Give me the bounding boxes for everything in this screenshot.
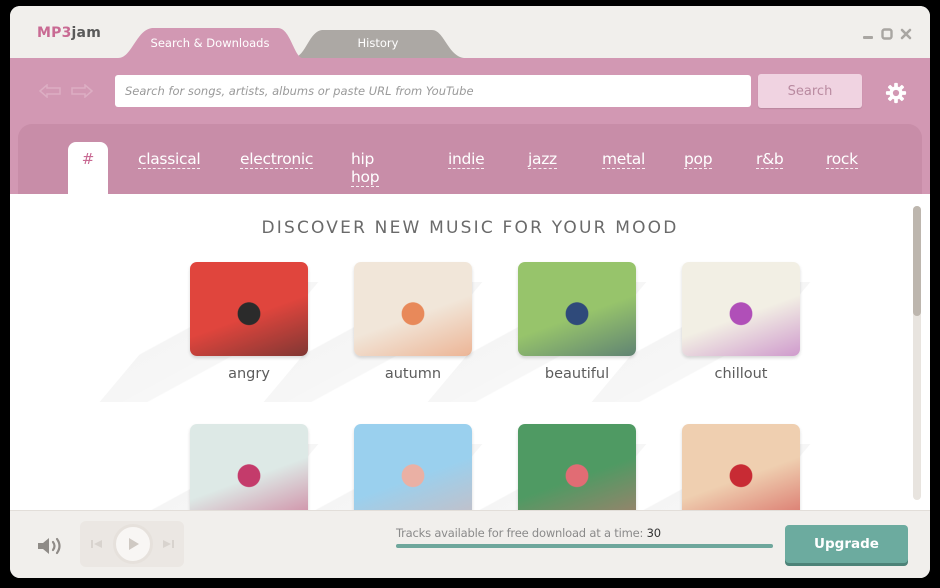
mood-card[interactable] xyxy=(427,424,647,510)
mood-thumbnail xyxy=(682,424,800,510)
app-window: MP3jam History Search & Downloads Search xyxy=(10,6,930,578)
mood-thumbnail xyxy=(190,262,308,356)
player-footer: Tracks available for free download at a … xyxy=(10,510,930,578)
free-tracks-progress xyxy=(396,544,773,548)
genre-tab-indie[interactable]: indie xyxy=(448,150,485,169)
mood-thumbnail xyxy=(190,424,308,510)
minimize-icon[interactable] xyxy=(862,28,874,40)
mood-card[interactable]: beautiful xyxy=(427,262,647,402)
app-logo: MP3jam xyxy=(37,25,101,41)
gear-icon[interactable] xyxy=(885,82,907,104)
play-icon xyxy=(129,538,139,550)
genre-tab-pop[interactable]: pop xyxy=(684,150,713,169)
mood-card[interactable] xyxy=(99,424,319,510)
tab-search-downloads-label: Search & Downloads xyxy=(150,36,270,50)
mood-label: chillout xyxy=(714,366,768,382)
tab-history-label: History xyxy=(357,36,399,50)
scrollbar-thumb[interactable] xyxy=(913,206,921,316)
mood-card[interactable] xyxy=(591,424,811,510)
free-tracks-status: Tracks available for free download at a … xyxy=(396,526,661,540)
mood-label: angry xyxy=(228,366,270,382)
volume-icon[interactable] xyxy=(36,535,64,557)
tab-search-downloads[interactable]: Search & Downloads xyxy=(118,28,302,58)
free-tracks-count: 30 xyxy=(646,526,661,540)
close-icon[interactable] xyxy=(900,28,912,40)
mood-thumbnail xyxy=(518,262,636,356)
mood-discovery-panel: DISCOVER NEW MUSIC FOR YOUR MOOD angry au… xyxy=(10,194,930,510)
mood-card[interactable]: angry xyxy=(99,262,319,402)
search-button[interactable]: Search xyxy=(758,74,862,108)
title-bar: MP3jam History Search & Downloads xyxy=(10,6,930,58)
play-button[interactable] xyxy=(113,524,153,564)
mood-thumbnail xyxy=(682,262,800,356)
next-track-icon[interactable] xyxy=(161,538,175,550)
mood-card[interactable] xyxy=(263,424,483,510)
mood-label: beautiful xyxy=(544,366,610,382)
page-title: DISCOVER NEW MUSIC FOR YOUR MOOD xyxy=(261,218,679,238)
genre-tab-hip-hop[interactable]: hip hop xyxy=(351,150,380,187)
genre-tab-jazz[interactable]: jazz xyxy=(528,150,557,169)
maximize-icon[interactable] xyxy=(881,28,893,40)
genre-tab-metal[interactable]: metal xyxy=(602,150,645,169)
header: Search # classical electronic hip hop in… xyxy=(10,58,930,194)
previous-track-icon[interactable] xyxy=(90,538,104,550)
tab-history[interactable]: History xyxy=(292,28,464,58)
genre-tab-classical[interactable]: classical xyxy=(138,150,201,169)
search-input[interactable] xyxy=(115,75,751,107)
forward-arrow-icon[interactable] xyxy=(71,84,93,98)
mood-card[interactable]: autumn xyxy=(263,262,483,402)
free-tracks-progress-fill xyxy=(396,544,773,548)
genre-tab-rock[interactable]: rock xyxy=(826,150,858,169)
upgrade-button[interactable]: Upgrade xyxy=(785,525,908,563)
mood-thumbnail xyxy=(354,262,472,356)
mood-thumbnail xyxy=(354,424,472,510)
genre-tab-electronic[interactable]: electronic xyxy=(240,150,313,169)
mood-card[interactable]: chillout xyxy=(591,262,811,402)
genre-tab-all[interactable]: # xyxy=(68,142,108,194)
genre-tab-rnb[interactable]: r&b xyxy=(756,150,784,169)
mood-thumbnail xyxy=(518,424,636,510)
mood-label: autumn xyxy=(384,366,442,382)
back-arrow-icon[interactable] xyxy=(39,84,61,98)
